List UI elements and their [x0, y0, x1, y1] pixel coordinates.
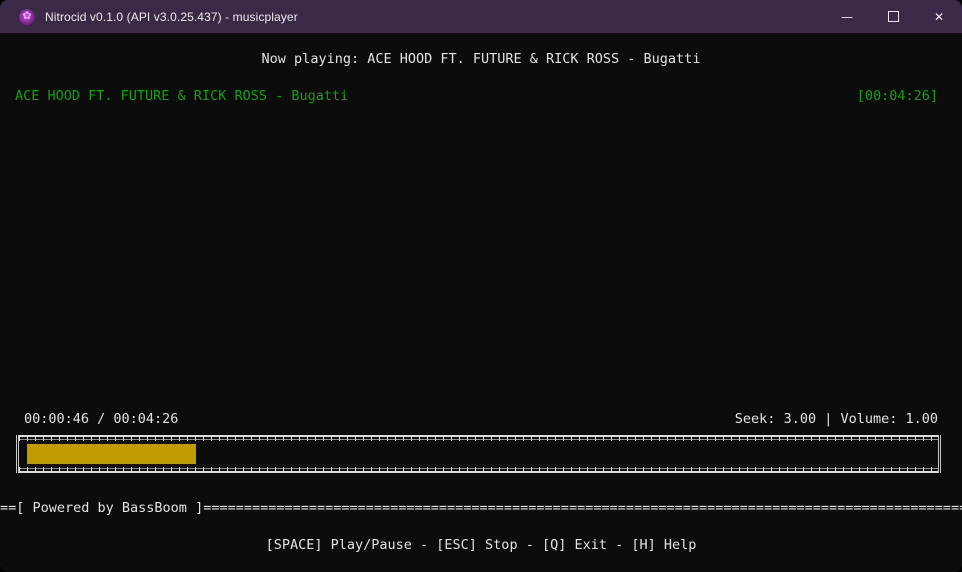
- now-playing-line: Now playing: ACE HOOD FT. FUTURE & RICK …: [0, 51, 962, 68]
- total-duration-badge: [00:04:26]: [857, 88, 938, 105]
- title-bar[interactable]: ✿ Nitrocid v0.1.0 (API v3.0.25.437) - mu…: [0, 0, 962, 33]
- minimize-button[interactable]: —: [824, 0, 870, 33]
- maximize-button[interactable]: [870, 0, 916, 33]
- playback-progress-bar: [16, 435, 941, 473]
- playback-progress-fill: [27, 444, 196, 464]
- track-title: ACE HOOD FT. FUTURE & RICK ROSS - Bugatt…: [15, 88, 348, 105]
- maximize-icon: [888, 11, 899, 22]
- keybindings-help: [SPACE] Play/Pause - [ESC] Stop - [Q] Ex…: [0, 537, 962, 554]
- app-window: ✿ Nitrocid v0.1.0 (API v3.0.25.437) - mu…: [0, 0, 962, 572]
- seek-volume-status: Seek: 3.00 | Volume: 1.00: [735, 411, 938, 428]
- window-title: Nitrocid v0.1.0 (API v3.0.25.437) - musi…: [45, 10, 298, 24]
- elapsed-time: 00:00:46 / 00:04:26: [24, 411, 178, 428]
- window-controls: — ✕: [824, 0, 962, 33]
- close-button[interactable]: ✕: [916, 0, 962, 33]
- progress-bar-top-border: [19, 435, 938, 441]
- terminal-screen[interactable]: Now playing: ACE HOOD FT. FUTURE & RICK …: [0, 33, 962, 572]
- progress-bar-bottom-border: [19, 467, 938, 473]
- nitrocid-logo-icon: ✿: [19, 9, 35, 25]
- bassboom-banner: ==[ Powered by BassBoom ]===============…: [0, 500, 962, 517]
